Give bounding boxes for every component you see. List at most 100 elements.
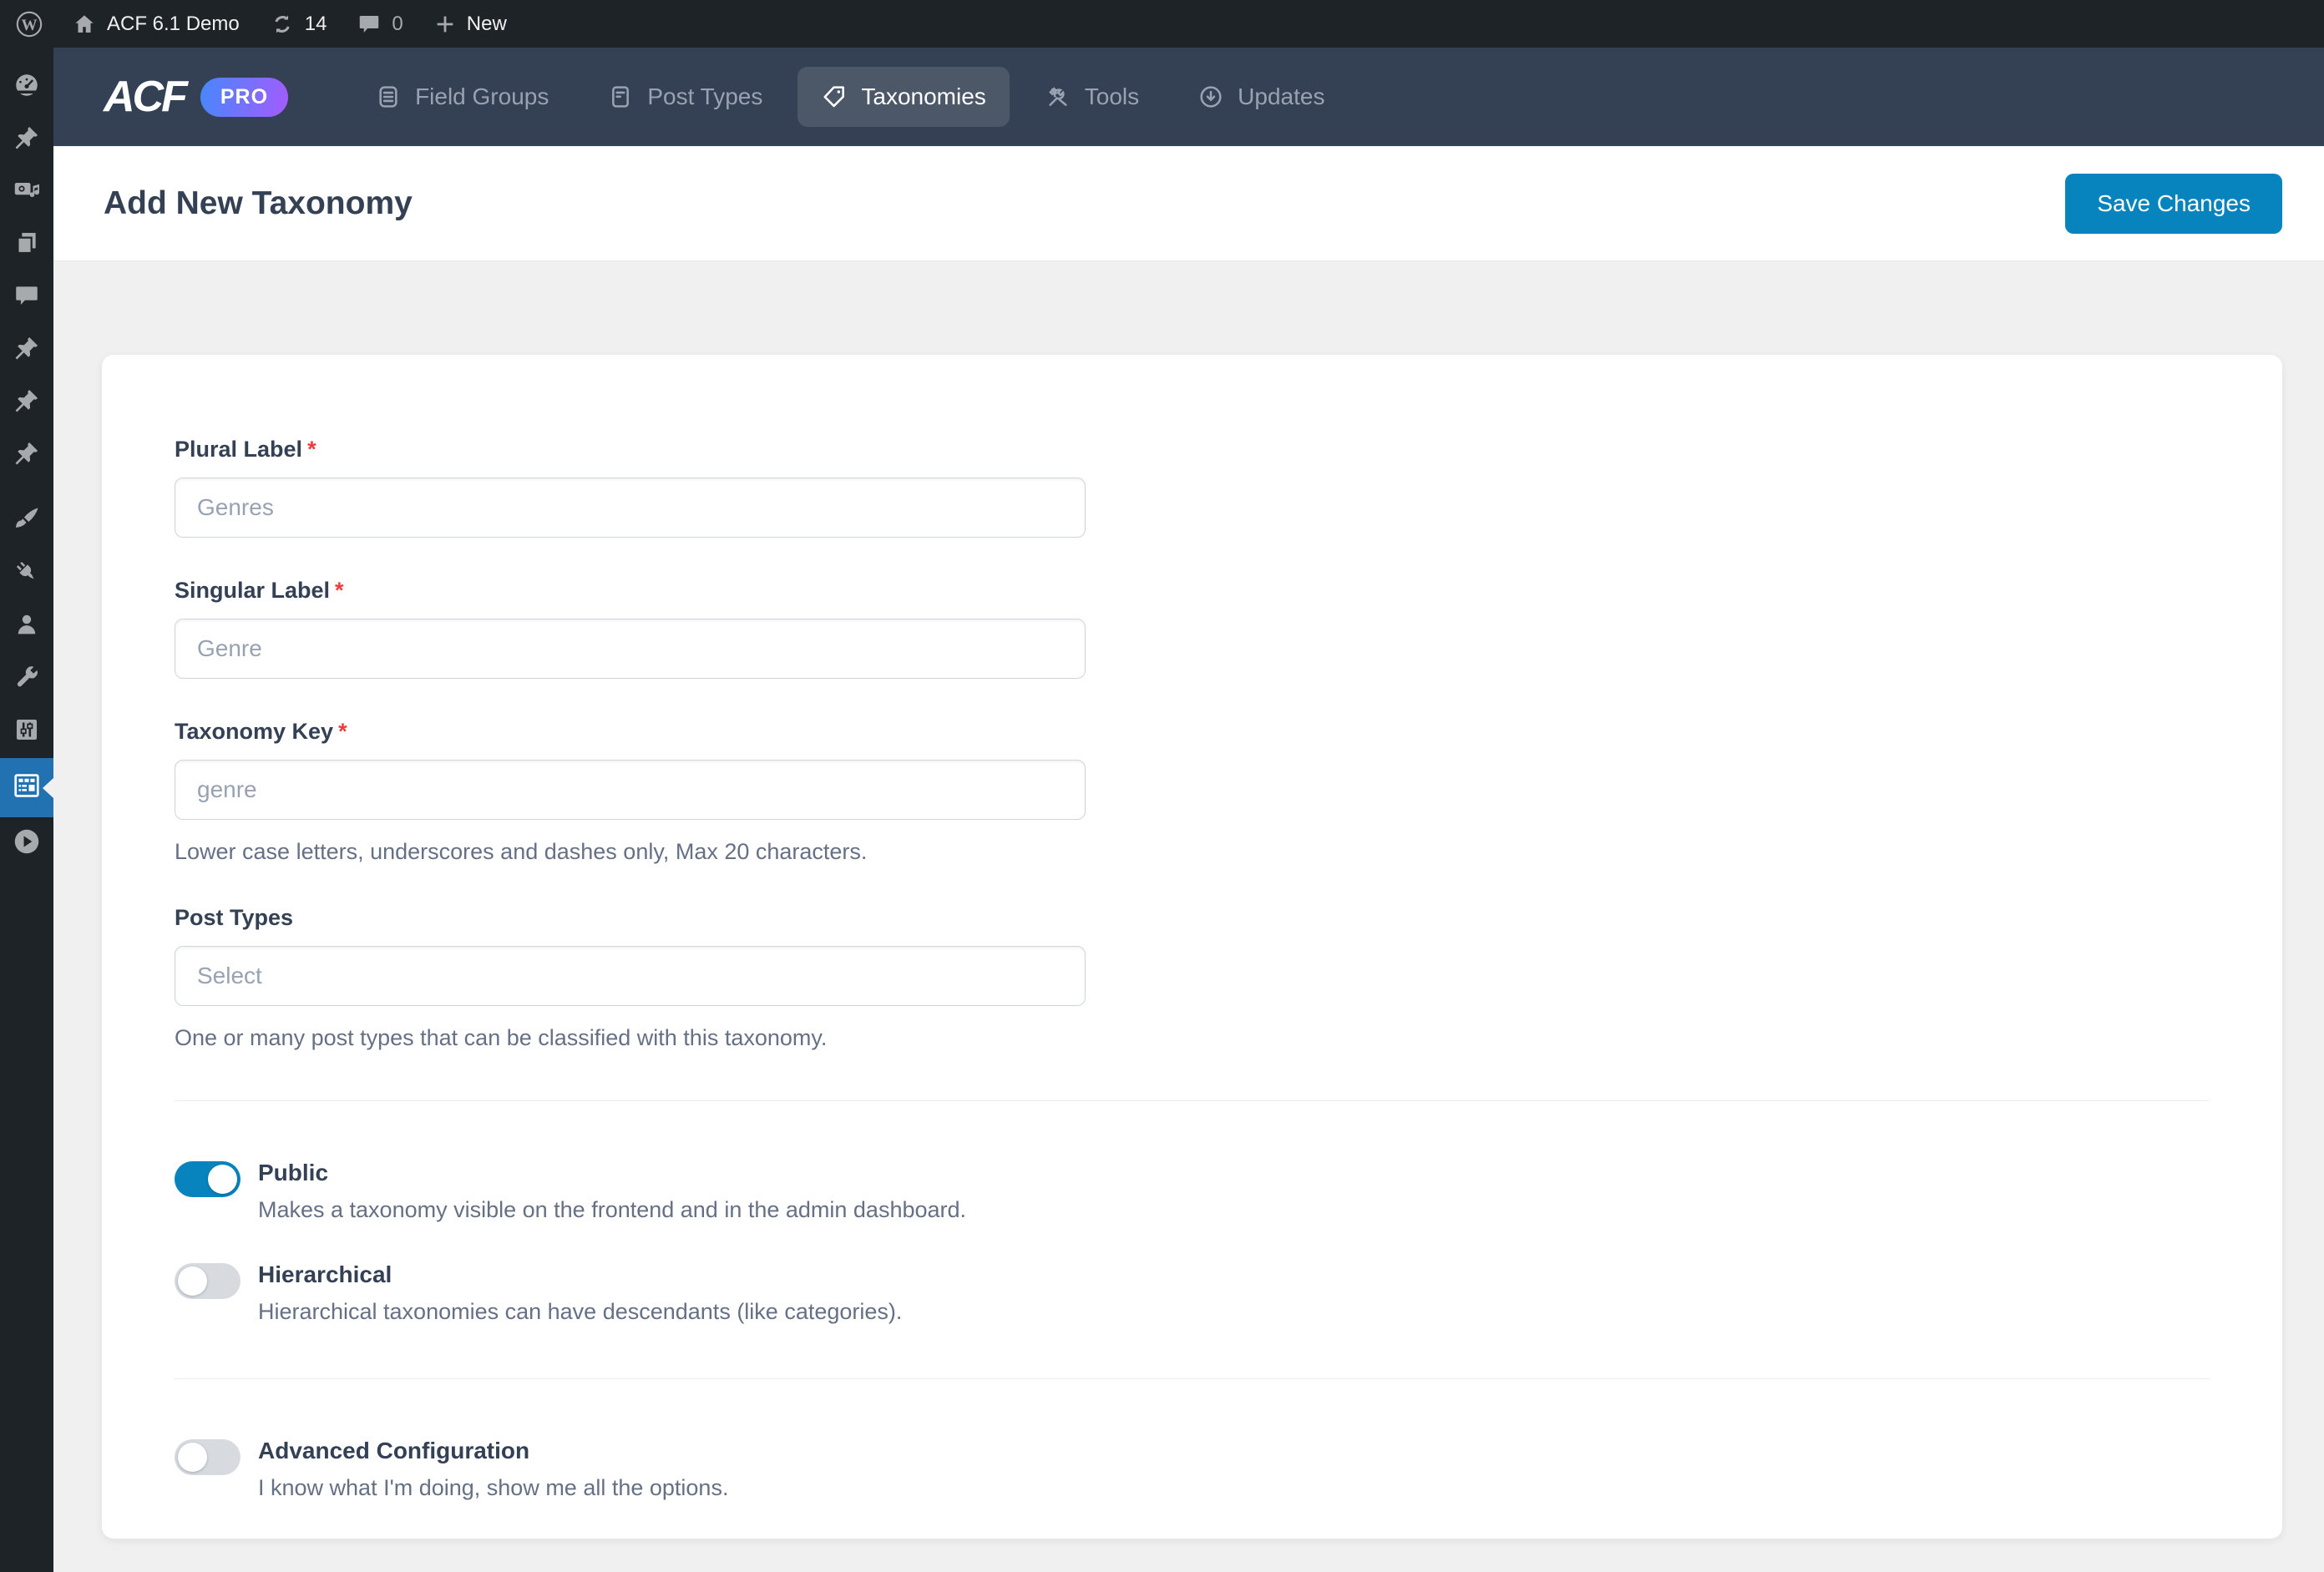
post-types-helper: One or many post types that can be class… bbox=[175, 1024, 2210, 1051]
home-icon bbox=[72, 12, 97, 37]
section-divider bbox=[175, 1378, 2210, 1379]
nav-tab-label: Post Types bbox=[647, 83, 762, 110]
comment-bubble-icon bbox=[357, 12, 382, 37]
plural-label-input[interactable] bbox=[175, 478, 1086, 538]
toggle-row-hierarchical: Hierarchical Hierarchical taxonomies can… bbox=[175, 1261, 2210, 1325]
singular-label-text: Singular Label bbox=[175, 578, 330, 603]
dashboard-gauge-icon bbox=[12, 70, 42, 104]
public-toggle-description: Makes a taxonomy visible on the frontend… bbox=[258, 1197, 966, 1223]
taxonomies-tag-icon bbox=[821, 83, 848, 110]
sidebar-item-acf[interactable] bbox=[0, 758, 53, 817]
sidebar-item-media[interactable] bbox=[0, 166, 53, 219]
sidebar-item-pin-2[interactable] bbox=[0, 324, 53, 377]
sidebar-item-tools[interactable] bbox=[0, 653, 53, 705]
advanced-configuration-toggle-label: Advanced Configuration bbox=[258, 1438, 728, 1464]
site-name-link[interactable]: ACF 6.1 Demo bbox=[57, 0, 255, 48]
pushpin-icon bbox=[13, 334, 41, 366]
required-marker: * bbox=[307, 437, 316, 462]
comments-bubble-icon bbox=[13, 281, 41, 314]
plus-icon bbox=[433, 13, 457, 36]
acf-header-nav: ACF PRO Field Groups Post Types Taxonomi… bbox=[53, 48, 2324, 146]
field-plural-label: Plural Label* bbox=[175, 437, 2210, 538]
settings-sliders-icon bbox=[13, 715, 41, 748]
new-content-button[interactable]: New bbox=[418, 0, 522, 48]
public-toggle[interactable] bbox=[175, 1161, 241, 1197]
sidebar-item-users[interactable] bbox=[0, 600, 53, 653]
tools-icon bbox=[1045, 83, 1071, 110]
hierarchical-toggle[interactable] bbox=[175, 1263, 241, 1299]
page-header: Add New Taxonomy Save Changes bbox=[53, 146, 2324, 261]
wp-admin-menu bbox=[0, 48, 53, 1572]
hierarchical-toggle-description: Hierarchical taxonomies can have descend… bbox=[258, 1299, 902, 1325]
pro-badge: PRO bbox=[200, 78, 288, 117]
save-changes-button[interactable]: Save Changes bbox=[2065, 174, 2282, 234]
user-icon bbox=[13, 610, 41, 643]
hierarchical-toggle-label: Hierarchical bbox=[258, 1261, 902, 1288]
media-camera-icon bbox=[12, 175, 42, 210]
update-count: 14 bbox=[305, 13, 327, 36]
svg-text:W: W bbox=[21, 16, 37, 33]
pushpin-icon bbox=[13, 439, 41, 472]
sidebar-item-video[interactable] bbox=[0, 817, 53, 870]
post-types-label-text: Post Types bbox=[175, 905, 293, 930]
post-types-select[interactable] bbox=[175, 946, 1086, 1006]
page-title: Add New Taxonomy bbox=[104, 185, 413, 222]
new-label: New bbox=[467, 13, 507, 36]
section-divider bbox=[175, 1100, 2210, 1101]
acf-logo[interactable]: ACF bbox=[104, 75, 185, 119]
nav-tab-label: Taxonomies bbox=[861, 83, 985, 110]
nav-tab-post-types[interactable]: Post Types bbox=[584, 67, 786, 127]
wp-admin-bar: W ACF 6.1 Demo 14 0 New bbox=[0, 0, 2324, 48]
pushpin-icon bbox=[13, 124, 41, 156]
comment-count: 0 bbox=[392, 13, 403, 36]
field-taxonomy-key: Taxonomy Key* Lower case letters, unders… bbox=[175, 719, 2210, 865]
nav-tab-label: Updates bbox=[1238, 83, 1324, 110]
acf-layout-icon bbox=[11, 770, 43, 806]
sidebar-item-pages[interactable] bbox=[0, 219, 53, 271]
pushpin-icon bbox=[13, 387, 41, 419]
taxonomy-form-card: Plural Label* Singular Label* Taxonomy K… bbox=[102, 355, 2282, 1539]
sidebar-item-comments[interactable] bbox=[0, 271, 53, 324]
active-item-notch bbox=[43, 778, 53, 798]
nav-tab-tools[interactable]: Tools bbox=[1021, 67, 1162, 127]
sidebar-item-posts[interactable] bbox=[0, 114, 53, 166]
sidebar-item-appearance[interactable] bbox=[0, 495, 53, 548]
nav-tab-updates[interactable]: Updates bbox=[1174, 67, 1348, 127]
advanced-configuration-toggle[interactable] bbox=[175, 1439, 241, 1475]
wordpress-menu-button[interactable]: W bbox=[0, 0, 57, 48]
taxonomy-key-label-text: Taxonomy Key bbox=[175, 719, 333, 744]
sidebar-item-settings[interactable] bbox=[0, 705, 53, 758]
required-marker: * bbox=[335, 578, 344, 603]
updates-download-icon bbox=[1197, 83, 1224, 110]
sidebar-item-pin-4[interactable] bbox=[0, 429, 53, 482]
acf-nav-items: Field Groups Post Types Taxonomies Tools bbox=[352, 67, 1348, 127]
comments-indicator[interactable]: 0 bbox=[342, 0, 418, 48]
public-toggle-label: Public bbox=[258, 1160, 966, 1186]
play-circle-icon bbox=[11, 826, 43, 862]
sidebar-item-dashboard[interactable] bbox=[0, 61, 53, 114]
singular-label-input[interactable] bbox=[175, 619, 1086, 679]
nav-tab-field-groups[interactable]: Field Groups bbox=[352, 67, 572, 127]
taxonomy-key-helper: Lower case letters, underscores and dash… bbox=[175, 838, 2210, 865]
nav-tab-taxonomies[interactable]: Taxonomies bbox=[797, 67, 1009, 127]
sidebar-item-plugins[interactable] bbox=[0, 548, 53, 600]
advanced-configuration-toggle-description: I know what I'm doing, show me all the o… bbox=[258, 1475, 728, 1501]
main-area: ACF PRO Field Groups Post Types Taxonomi… bbox=[53, 48, 2324, 1572]
field-groups-icon bbox=[375, 83, 402, 110]
wordpress-logo-icon: W bbox=[15, 10, 43, 38]
field-post-types: Post Types One or many post types that c… bbox=[175, 905, 2210, 1051]
toggle-row-advanced-configuration: Advanced Configuration I know what I'm d… bbox=[175, 1438, 2210, 1501]
updates-indicator[interactable]: 14 bbox=[255, 0, 342, 48]
plural-label-text: Plural Label bbox=[175, 437, 302, 462]
toggle-row-public: Public Makes a taxonomy visible on the f… bbox=[175, 1160, 2210, 1223]
site-name: ACF 6.1 Demo bbox=[107, 13, 240, 36]
required-marker: * bbox=[338, 719, 347, 744]
updates-refresh-icon bbox=[270, 12, 295, 37]
nav-tab-label: Field Groups bbox=[415, 83, 549, 110]
sidebar-item-pin-3[interactable] bbox=[0, 377, 53, 429]
nav-tab-label: Tools bbox=[1085, 83, 1139, 110]
post-types-icon bbox=[607, 83, 634, 110]
pages-stack-icon bbox=[13, 229, 41, 261]
taxonomy-key-input[interactable] bbox=[175, 760, 1086, 820]
wrench-icon bbox=[13, 663, 41, 695]
